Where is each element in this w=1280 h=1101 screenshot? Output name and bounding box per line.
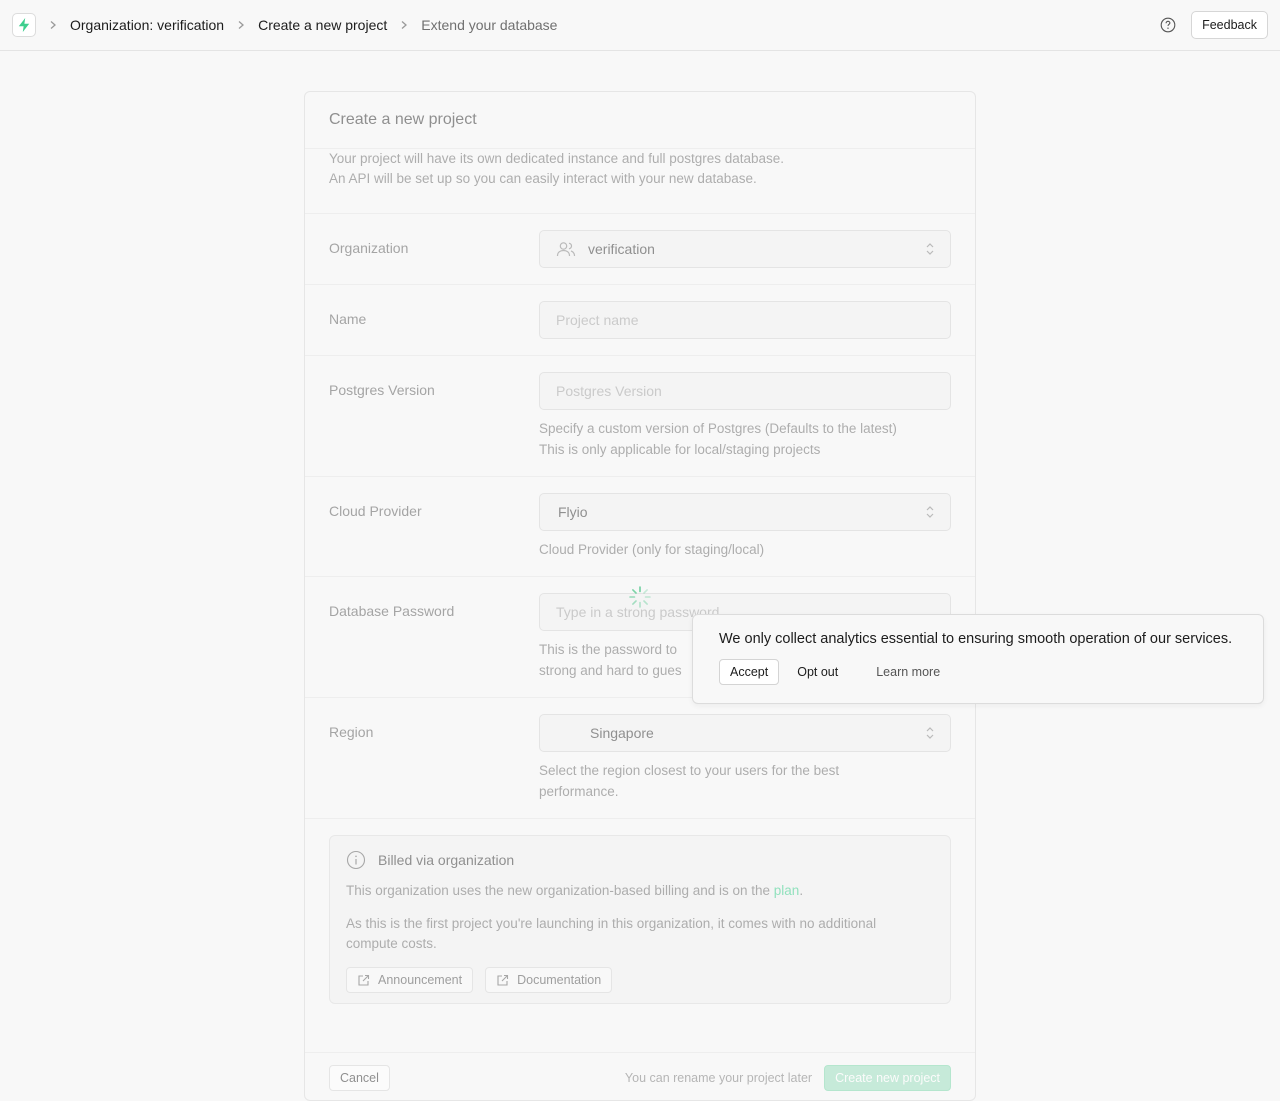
feedback-button[interactable]: Feedback — [1191, 11, 1268, 39]
postgres-version-label: Postgres Version — [329, 382, 435, 398]
cloud-provider-label: Cloud Provider — [329, 503, 422, 519]
info-icon — [346, 850, 366, 870]
chevron-right-icon — [236, 20, 246, 30]
billing-compute-line: As this is the first project you're laun… — [346, 916, 877, 931]
external-link-icon — [358, 974, 370, 986]
chevron-up-down-icon — [926, 243, 934, 255]
postgres-version-row: Postgres Version Specify a custom versio… — [305, 356, 975, 477]
accept-button[interactable]: Accept — [719, 659, 780, 685]
organization-row: Organization verification — [305, 214, 975, 285]
cloud-provider-select[interactable]: Flyio — [539, 493, 951, 531]
intro-line: An API will be set up so you can easily … — [329, 171, 757, 186]
panel-footer: Cancel You can rename your project later… — [305, 1052, 975, 1100]
create-project-button[interactable]: Create new project — [824, 1065, 951, 1091]
cloud-provider-row: Cloud Provider Flyio Cloud Provider (onl… — [305, 477, 975, 577]
breadcrumb-create-project[interactable]: Create a new project — [258, 17, 387, 33]
rename-note: You can rename your project later — [624, 1071, 813, 1085]
panel-intro: Your project will have its own dedicated… — [305, 149, 975, 214]
billing-plan-suffix: . — [799, 883, 804, 898]
breadcrumb-organization[interactable]: Organization: verification — [70, 17, 224, 33]
billing-notice: Billed via organization This organizatio… — [329, 835, 951, 1004]
help-line: performance. — [539, 784, 619, 799]
billing-compute-line: compute costs. — [346, 936, 437, 951]
intro-line: Your project will have its own dedicated… — [329, 151, 785, 166]
announcement-label: Announcement — [378, 973, 463, 987]
region-row: Region Singapore Select the region close… — [305, 698, 975, 819]
organization-select[interactable]: verification — [539, 230, 951, 268]
help-line: Specify a custom version of Postgres (De… — [539, 421, 897, 436]
region-help: Select the region closest to your users … — [539, 760, 951, 802]
documentation-button[interactable]: Documentation — [485, 967, 613, 993]
users-icon — [556, 242, 576, 257]
opt-out-button[interactable]: Opt out — [787, 659, 848, 685]
cloud-provider-help: Cloud Provider (only for staging/local) — [539, 542, 765, 557]
question-circle-icon[interactable] — [1157, 14, 1179, 36]
cancel-button[interactable]: Cancel — [329, 1065, 390, 1091]
consent-text: We only collect analytics essential to e… — [719, 631, 1233, 647]
chevron-up-down-icon — [926, 727, 934, 739]
help-line: This is only applicable for local/stagin… — [539, 442, 821, 457]
documentation-label: Documentation — [517, 973, 602, 987]
billing-compute-text: As this is the first project you're laun… — [346, 914, 934, 954]
chevron-right-icon — [48, 20, 58, 30]
region-label: Region — [329, 724, 374, 740]
breadcrumb-extend-database[interactable]: Extend your database — [421, 17, 557, 33]
chevron-up-down-icon — [926, 506, 934, 518]
billing-plan-prefix: This organization uses the new organizat… — [346, 883, 774, 898]
project-name-input[interactable] — [539, 301, 951, 339]
organization-value: verification — [588, 241, 655, 257]
home-logo-button[interactable] — [12, 13, 36, 37]
chevron-right-icon — [399, 20, 409, 30]
billing-plan-text: This organization uses the new organizat… — [346, 881, 934, 901]
postgres-version-input[interactable] — [539, 372, 951, 410]
postgres-version-help: Specify a custom version of Postgres (De… — [539, 418, 951, 460]
help-line: Select the region closest to your users … — [539, 763, 840, 778]
analytics-consent-banner: We only collect analytics essential to e… — [692, 614, 1264, 704]
top-bar: Organization: verification Create a new … — [0, 0, 1280, 51]
billing-title: Billed via organization — [378, 852, 515, 868]
region-select[interactable]: Singapore — [539, 714, 951, 752]
cloud-provider-value: Flyio — [558, 504, 588, 520]
learn-more-button[interactable]: Learn more — [866, 659, 950, 685]
plan-link[interactable]: plan — [774, 883, 800, 898]
external-link-icon — [497, 974, 509, 986]
bolt-icon — [18, 18, 30, 32]
panel-title: Create a new project — [305, 92, 975, 149]
loading-spinner-icon — [629, 586, 651, 608]
database-password-label: Database Password — [329, 603, 455, 619]
announcement-button[interactable]: Announcement — [346, 967, 474, 993]
region-value: Singapore — [590, 725, 654, 741]
organization-label: Organization — [329, 240, 409, 256]
name-label: Name — [329, 311, 367, 327]
name-row: Name — [305, 285, 975, 356]
